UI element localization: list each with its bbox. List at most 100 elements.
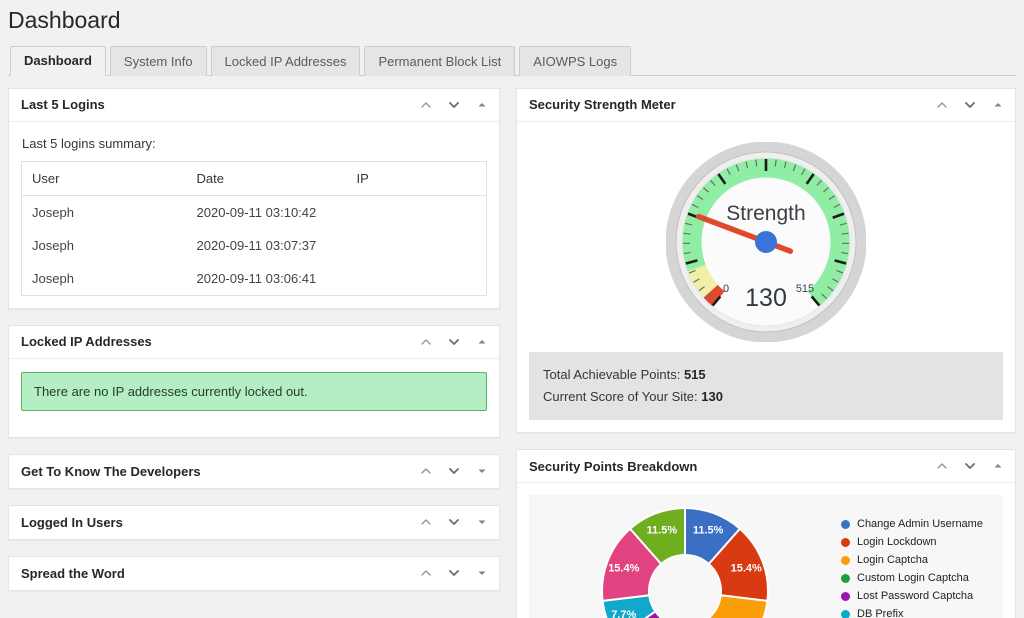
current-score-label: Current Score of Your Site: xyxy=(543,388,698,404)
legend-item[interactable]: DB Prefix xyxy=(841,609,997,618)
legend-item[interactable]: Login Captcha xyxy=(841,555,997,566)
panel-title: Logged In Users xyxy=(21,514,123,530)
legend-color-dot xyxy=(841,520,850,530)
legend-item[interactable]: Lost Password Captcha xyxy=(841,591,997,602)
triangle-up-icon[interactable] xyxy=(469,92,495,118)
chart-legend: Change Admin Username Login Lockdown Login… xyxy=(835,519,997,618)
tab-permanent-block-list[interactable]: Permanent Block List xyxy=(364,45,516,76)
legend-color-dot xyxy=(841,556,850,566)
cell-user: Joseph xyxy=(32,204,74,220)
panel-body: 11.5%15.4%15.4%15.4%7.7%7.7%15.4%11.5% C… xyxy=(517,483,1015,618)
panel-header[interactable]: Security Strength Meter xyxy=(517,89,1015,122)
total-achievable-points-value: 515 xyxy=(683,366,706,382)
chevron-up-icon[interactable] xyxy=(413,92,439,118)
current-score-value: 130 xyxy=(701,388,723,404)
breakdown-chart-block: 11.5%15.4%15.4%15.4%7.7%7.7%15.4%11.5% C… xyxy=(529,495,1003,618)
column-header-date: Date xyxy=(186,161,347,196)
panel-logged-in-users: Logged In Users xyxy=(8,504,500,540)
gauge-value: 130 xyxy=(745,284,787,312)
panel-header[interactable]: Get To Know The Developers xyxy=(9,455,499,488)
panel-body: There are no IP addresses currently lock… xyxy=(9,359,499,437)
page-title: Dashboard xyxy=(8,7,121,33)
panel-header[interactable]: Logged In Users xyxy=(9,506,499,539)
gauge-min-label: 0 xyxy=(723,283,729,295)
panel-last-5-logins: Last 5 Logins Last 5 logins summary: Use… xyxy=(8,87,500,309)
panel-body: Strength 0 515 130 Total Achievable Poin… xyxy=(517,122,1015,432)
panel-handle-actions xyxy=(413,509,495,535)
legend-color-dot xyxy=(841,610,850,618)
panel-handle-actions xyxy=(413,560,495,586)
chevron-up-icon[interactable] xyxy=(413,509,439,535)
chevron-down-icon[interactable] xyxy=(441,560,467,586)
current-score-row: Current Score of Your Site: 130 xyxy=(543,386,989,408)
panel-get-to-know-the-developers: Get To Know The Developers xyxy=(8,453,500,489)
column-header-user: User xyxy=(21,161,187,196)
triangle-down-icon[interactable] xyxy=(469,560,495,586)
cell-user: Joseph xyxy=(32,237,74,253)
panel-handle-actions xyxy=(929,92,1011,118)
table-row: Joseph 2020-09-11 03:10:42 xyxy=(22,195,487,229)
legend-color-dot xyxy=(841,538,850,548)
tab-aiowps-logs[interactable]: AIOWPS Logs xyxy=(519,45,632,76)
panel-handle-actions xyxy=(413,458,495,484)
panel-handle-actions xyxy=(413,329,495,355)
cell-ip xyxy=(347,229,487,262)
chevron-down-icon[interactable] xyxy=(441,92,467,118)
total-achievable-points-row: Total Achievable Points: 515 xyxy=(543,364,989,386)
donut-slice-label: 11.5% xyxy=(647,525,678,537)
total-achievable-points-label: Total Achievable Points: xyxy=(543,366,681,382)
panel-spread-the-word: Spread the Word xyxy=(8,555,500,591)
last-logins-table: User Date IP Joseph 2020-09-11 03:10:42 xyxy=(21,160,487,296)
dashboard-page: Dashboard Dashboard System Info Locked I… xyxy=(0,0,1024,618)
cell-date: 2020-09-11 03:10:42 xyxy=(196,204,317,220)
panel-handle-actions xyxy=(929,453,1011,479)
panel-title: Security Points Breakdown xyxy=(529,458,698,474)
table-row: Joseph 2020-09-11 03:06:41 xyxy=(22,262,487,296)
triangle-up-icon[interactable] xyxy=(985,92,1011,118)
panel-title: Get To Know The Developers xyxy=(21,463,201,479)
triangle-up-icon[interactable] xyxy=(469,329,495,355)
chevron-up-icon[interactable] xyxy=(413,560,439,586)
chevron-down-icon[interactable] xyxy=(441,509,467,535)
table-row: Joseph 2020-09-11 03:07:37 xyxy=(22,229,487,262)
donut-slice-label: 15.4% xyxy=(731,563,762,575)
chevron-up-icon[interactable] xyxy=(929,453,955,479)
security-points-box: Total Achievable Points: 515 Current Sco… xyxy=(529,351,1003,421)
security-strength-gauge: Strength 0 515 130 xyxy=(666,141,866,342)
legend-item[interactable]: Change Admin Username xyxy=(841,519,997,530)
legend-item[interactable]: Custom Login Captcha xyxy=(841,573,997,584)
logins-summary-text: Last 5 logins summary: xyxy=(22,135,156,151)
chevron-up-icon[interactable] xyxy=(413,329,439,355)
panel-header[interactable]: Spread the Word xyxy=(9,557,499,590)
tab-system-info[interactable]: System Info xyxy=(109,45,207,76)
triangle-down-icon[interactable] xyxy=(469,509,495,535)
right-column: Security Strength Meter Strength 0 515 1… xyxy=(516,87,1016,618)
legend-label: Login Captcha xyxy=(857,554,928,567)
tab-locked-ip-addresses[interactable]: Locked IP Addresses xyxy=(210,45,361,76)
gauge-container: Strength 0 515 130 xyxy=(529,134,1003,352)
chevron-up-icon[interactable] xyxy=(929,92,955,118)
gauge-label: Strength xyxy=(726,202,805,225)
legend-label: Login Lockdown xyxy=(857,536,937,549)
cell-user: Joseph xyxy=(32,270,74,286)
panel-header[interactable]: Locked IP Addresses xyxy=(9,326,499,359)
panel-header[interactable]: Security Points Breakdown xyxy=(517,450,1015,484)
dashboard-columns: Last 5 Logins Last 5 logins summary: Use… xyxy=(0,76,1024,618)
chevron-down-icon[interactable] xyxy=(441,458,467,484)
chevron-down-icon[interactable] xyxy=(957,92,983,118)
cell-ip xyxy=(347,195,487,229)
legend-item[interactable]: Login Lockdown xyxy=(841,537,997,548)
chevron-down-icon[interactable] xyxy=(441,329,467,355)
panel-title: Spread the Word xyxy=(21,565,125,581)
chevron-up-icon[interactable] xyxy=(413,458,439,484)
no-locked-ips-notice: There are no IP addresses currently lock… xyxy=(21,371,487,411)
tab-dashboard[interactable]: Dashboard xyxy=(10,45,106,76)
legend-color-dot xyxy=(841,592,850,602)
panel-header[interactable]: Last 5 Logins xyxy=(9,89,499,122)
triangle-down-icon[interactable] xyxy=(469,458,495,484)
panel-title: Security Strength Meter xyxy=(529,97,676,113)
donut-holder: 11.5%15.4%15.4%15.4%7.7%7.7%15.4%11.5% xyxy=(535,505,835,618)
cell-date: 2020-09-11 03:07:37 xyxy=(196,237,317,253)
chevron-down-icon[interactable] xyxy=(957,453,983,479)
triangle-up-icon[interactable] xyxy=(985,453,1011,479)
